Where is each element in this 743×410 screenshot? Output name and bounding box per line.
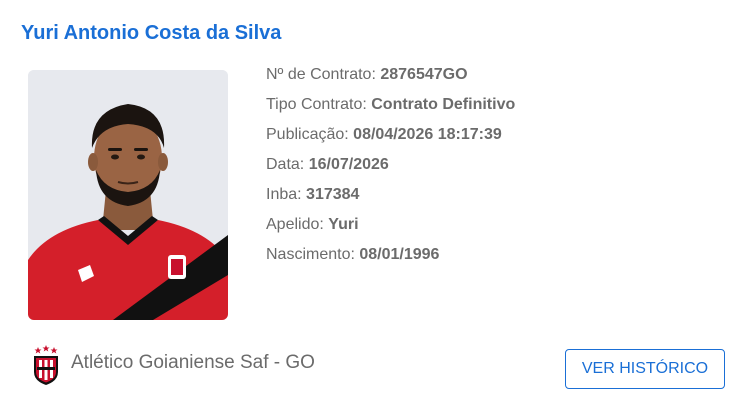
detail-inba: Inba: 317384 [266, 186, 515, 216]
detail-value: 2876547GO [380, 66, 468, 83]
detail-value: Contrato Definitivo [371, 96, 516, 113]
club-name[interactable]: Atlético Goianiense Saf - GO [71, 352, 315, 374]
detail-value: 08/01/1996 [359, 246, 440, 263]
detail-value: 08/04/2026 18:17:39 [353, 126, 502, 143]
detail-label: Nº de Contrato: [266, 66, 376, 83]
player-card: Yuri Antonio Costa da Silva Nº de Contra… [0, 0, 743, 410]
contract-details: Nº de Contrato: 2876547GO Tipo Contrato:… [266, 66, 515, 276]
detail-label: Nascimento: [266, 246, 355, 263]
detail-contract-number: Nº de Contrato: 2876547GO [266, 66, 515, 96]
detail-value: 317384 [306, 186, 360, 203]
player-name[interactable]: Yuri Antonio Costa da Silva [21, 22, 281, 45]
detail-label: Apelido: [266, 216, 324, 233]
detail-label: Inba: [266, 186, 302, 203]
detail-label: Tipo Contrato: [266, 96, 367, 113]
detail-label: Publicação: [266, 126, 349, 143]
detail-publication: Publicação: 08/04/2026 18:17:39 [266, 126, 515, 156]
detail-value: Yuri [328, 216, 359, 233]
detail-date: Data: 16/07/2026 [266, 156, 515, 186]
detail-birth: Nascimento: 08/01/1996 [266, 246, 515, 276]
detail-label: Data: [266, 156, 305, 173]
view-history-button[interactable]: VER HISTÓRICO [565, 349, 725, 389]
player-photo [28, 70, 228, 320]
club-crest-icon [32, 344, 60, 386]
detail-value: 16/07/2026 [308, 156, 389, 173]
detail-nickname: Apelido: Yuri [266, 216, 515, 246]
detail-contract-type: Tipo Contrato: Contrato Definitivo [266, 96, 515, 126]
